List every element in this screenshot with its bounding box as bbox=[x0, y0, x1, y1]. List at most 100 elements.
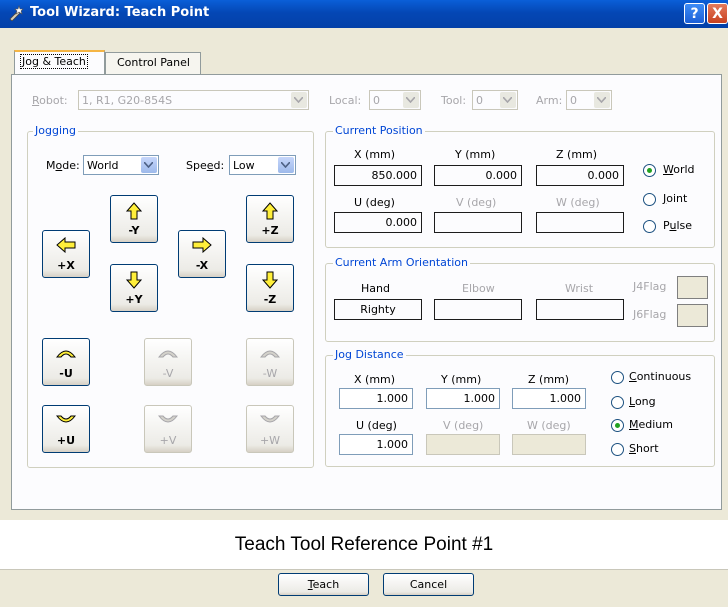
teach-button[interactable]: Teach bbox=[278, 573, 369, 596]
jog-label: -Z bbox=[263, 293, 277, 306]
cp-z-field: 0.000 bbox=[536, 165, 624, 186]
jog-minus-z-button[interactable]: -Z bbox=[246, 264, 294, 312]
jog-label: +U bbox=[56, 434, 76, 447]
jd-y-input[interactable]: 1.000 bbox=[426, 388, 500, 409]
jog-label: -V bbox=[162, 367, 174, 380]
chevron-down-icon bbox=[278, 157, 294, 173]
jog-minus-y-button[interactable]: -Y bbox=[110, 195, 158, 243]
jog-label: +X bbox=[57, 259, 75, 272]
chevron-down-icon bbox=[403, 92, 419, 108]
jd-z-input[interactable]: 1.000 bbox=[512, 388, 586, 409]
jd-u-input[interactable]: 1.000 bbox=[339, 434, 413, 455]
jog-label: -U bbox=[59, 367, 73, 380]
jog-minus-w-button[interactable]: -W bbox=[246, 338, 294, 386]
arrow-up-icon bbox=[262, 202, 278, 220]
jog-label: -X bbox=[195, 259, 209, 272]
hand-label: Hand bbox=[361, 282, 390, 295]
radio-world-label: World bbox=[663, 163, 695, 176]
arrow-up-icon bbox=[126, 202, 142, 220]
jog-label: +Z bbox=[261, 224, 279, 237]
jd-w-label: W (deg) bbox=[527, 419, 571, 432]
local-select[interactable]: 0 bbox=[369, 90, 421, 110]
title-bar[interactable]: Tool Wizard: Teach Point ? X bbox=[0, 0, 728, 28]
jog-plus-v-button[interactable]: +V bbox=[144, 405, 192, 453]
j6flag-field bbox=[677, 304, 708, 327]
elbow-field bbox=[434, 299, 522, 320]
cp-x-label: X (mm) bbox=[354, 148, 396, 161]
local-value: 0 bbox=[373, 94, 380, 107]
rotate-cw-icon bbox=[55, 415, 77, 423]
radio-continuous[interactable] bbox=[611, 371, 624, 384]
jog-label: +Y bbox=[125, 293, 143, 306]
robot-select[interactable]: 1, R1, G20-854S bbox=[78, 90, 309, 110]
wrist-field bbox=[536, 299, 624, 320]
arrow-left-icon bbox=[56, 237, 76, 253]
jog-minus-v-button[interactable]: -V bbox=[144, 338, 192, 386]
tab-label: Control Panel bbox=[117, 56, 190, 69]
jog-minus-x-button[interactable]: -X bbox=[178, 230, 226, 278]
jd-x-label: X (mm) bbox=[354, 373, 396, 386]
cp-y-label: Y (mm) bbox=[455, 148, 496, 161]
cp-w-label: W (deg) bbox=[556, 196, 600, 209]
j4flag-label: J4Flag bbox=[633, 280, 667, 293]
jog-plus-z-button[interactable]: +Z bbox=[246, 195, 294, 243]
cp-u-label: U (deg) bbox=[354, 196, 395, 209]
jd-z-label: Z (mm) bbox=[528, 373, 570, 386]
arrow-down-icon bbox=[262, 271, 278, 289]
help-button[interactable]: ? bbox=[684, 3, 705, 24]
jog-plus-u-button[interactable]: +U bbox=[42, 405, 90, 453]
mode-value: World bbox=[87, 159, 119, 172]
radio-long-label: Long bbox=[629, 395, 656, 408]
radio-selected-dot bbox=[647, 168, 652, 173]
cp-x-field: 850.000 bbox=[334, 165, 422, 186]
hand-field: Righty bbox=[334, 299, 422, 320]
jog-label: -W bbox=[262, 367, 278, 380]
cancel-button[interactable]: Cancel bbox=[383, 573, 474, 596]
radio-long[interactable] bbox=[611, 396, 624, 409]
radio-joint[interactable] bbox=[643, 193, 656, 206]
close-button[interactable]: X bbox=[707, 3, 728, 24]
tab-control-panel[interactable]: Control Panel bbox=[105, 52, 201, 74]
tool-select[interactable]: 0 bbox=[472, 90, 518, 110]
instruction-text: Teach Tool Reference Point #1 bbox=[234, 534, 494, 555]
radio-selected-dot bbox=[615, 423, 620, 428]
radio-joint-label: Joint bbox=[663, 192, 688, 205]
jog-minus-u-button[interactable]: -U bbox=[42, 338, 90, 386]
jog-label: +V bbox=[159, 434, 177, 447]
chevron-down-icon bbox=[594, 92, 610, 108]
cp-z-label: Z (mm) bbox=[556, 148, 598, 161]
radio-pulse[interactable] bbox=[643, 220, 656, 233]
tab-jog-teach[interactable]: Jog & Teach bbox=[14, 50, 105, 75]
rotate-cw-icon bbox=[259, 415, 281, 423]
jd-y-label: Y (mm) bbox=[441, 373, 482, 386]
tool-label: Tool: bbox=[441, 94, 467, 107]
jog-label: +W bbox=[259, 434, 281, 447]
jog-plus-w-button[interactable]: +W bbox=[246, 405, 294, 453]
window-title: Tool Wizard: Teach Point bbox=[30, 5, 210, 20]
jd-x-input[interactable]: 1.000 bbox=[339, 388, 413, 409]
rotate-ccw-icon bbox=[55, 350, 77, 358]
jogging-title: Jogging bbox=[33, 124, 78, 137]
chevron-down-icon bbox=[141, 157, 157, 173]
rotate-cw-icon bbox=[157, 415, 179, 423]
speed-select[interactable]: Low bbox=[229, 155, 296, 175]
radio-medium[interactable] bbox=[611, 419, 624, 432]
chevron-down-icon bbox=[500, 92, 516, 108]
tool-value: 0 bbox=[476, 94, 483, 107]
radio-short[interactable] bbox=[611, 443, 624, 456]
jog-plus-y-button[interactable]: +Y bbox=[110, 264, 158, 312]
jd-w-input bbox=[512, 434, 586, 455]
jd-u-label: U (deg) bbox=[356, 419, 397, 432]
rotate-ccw-icon bbox=[157, 350, 179, 358]
arrow-right-icon bbox=[192, 237, 212, 253]
j4flag-field bbox=[677, 276, 708, 299]
arm-label: Arm: bbox=[536, 94, 563, 107]
elbow-label: Elbow bbox=[462, 282, 495, 295]
speed-value: Low bbox=[233, 159, 255, 172]
mode-select[interactable]: World bbox=[83, 155, 159, 175]
radio-world[interactable] bbox=[643, 164, 656, 177]
cp-w-field bbox=[536, 212, 624, 233]
jog-plus-x-button[interactable]: +X bbox=[42, 230, 90, 278]
arm-select[interactable]: 0 bbox=[566, 90, 612, 110]
chevron-down-icon bbox=[291, 92, 307, 108]
